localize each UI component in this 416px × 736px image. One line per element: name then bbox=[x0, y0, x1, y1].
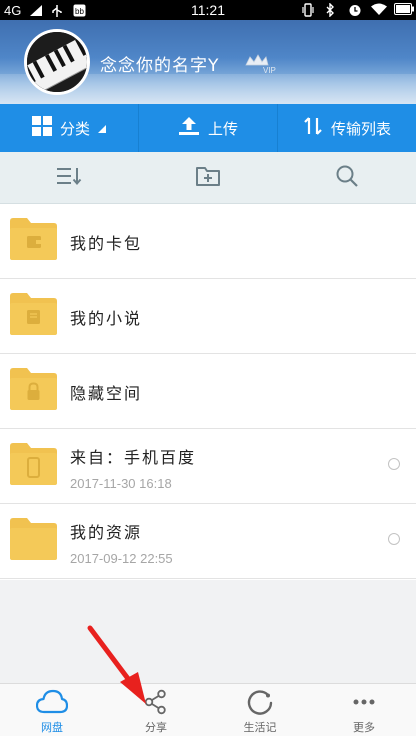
circle-refresh-icon bbox=[247, 690, 273, 715]
list-item[interactable]: 我的资源 2017-09-12 22:55 bbox=[0, 504, 416, 579]
book-folder-icon bbox=[10, 293, 57, 335]
vip-badge[interactable]: VIP bbox=[244, 53, 282, 75]
select-radio[interactable] bbox=[388, 458, 400, 470]
nav-more-label: 更多 bbox=[353, 721, 375, 734]
avatar[interactable] bbox=[24, 29, 90, 95]
folder-icon bbox=[10, 518, 57, 560]
list-item[interactable]: 隐藏空间 bbox=[0, 354, 416, 429]
file-name: 来自：手机百度 bbox=[70, 448, 197, 467]
lock-folder-icon bbox=[10, 368, 57, 410]
transfer-icon bbox=[303, 116, 323, 140]
share-icon bbox=[144, 689, 166, 715]
wifi-icon bbox=[371, 3, 387, 16]
file-name: 我的卡包 bbox=[70, 234, 143, 253]
nav-share-label: 分享 bbox=[145, 721, 167, 734]
category-label: 分类 bbox=[59, 119, 90, 138]
nav-more[interactable]: 更多 bbox=[312, 684, 416, 736]
bottom-nav: 网盘 分享 生活记 更多 bbox=[0, 683, 416, 736]
category-button[interactable]: 分类 bbox=[0, 104, 138, 152]
wallet-folder-icon bbox=[10, 218, 57, 260]
search-icon bbox=[335, 164, 359, 192]
profile-header: 念念你的名字Y VIP bbox=[0, 20, 416, 104]
alarm-icon bbox=[348, 3, 362, 16]
sort-button[interactable] bbox=[0, 152, 139, 203]
list-item[interactable]: 我的小说 bbox=[0, 279, 416, 354]
list-item[interactable]: 来自：手机百度 2017-11-30 16:18 bbox=[0, 429, 416, 504]
select-radio[interactable] bbox=[388, 533, 400, 545]
file-date: 2017-11-30 16:18 bbox=[70, 476, 172, 491]
more-icon bbox=[353, 699, 375, 705]
bluetooth-icon bbox=[325, 2, 339, 18]
new-folder-button[interactable] bbox=[139, 152, 278, 203]
nav-netdisk[interactable]: 网盘 bbox=[0, 684, 104, 736]
file-name: 我的资源 bbox=[70, 523, 143, 542]
vip-label: VIP bbox=[263, 66, 276, 75]
upload-button[interactable]: 上传 bbox=[138, 104, 277, 152]
nav-netdisk-label: 网盘 bbox=[41, 721, 63, 734]
phone-folder-icon bbox=[10, 443, 57, 485]
status-bar: 4G bb 11:21 bbox=[0, 0, 416, 20]
new-folder-icon bbox=[195, 165, 221, 191]
status-right bbox=[302, 2, 414, 18]
file-toolbar bbox=[0, 152, 416, 204]
upload-icon bbox=[178, 116, 200, 140]
battery-icon bbox=[394, 3, 414, 16]
transfer-list-button[interactable]: 传输列表 bbox=[277, 104, 416, 152]
file-name: 隐藏空间 bbox=[70, 384, 143, 403]
username[interactable]: 念念你的名字Y bbox=[100, 51, 219, 76]
nav-share[interactable]: 分享 bbox=[104, 684, 208, 736]
empty-area bbox=[0, 580, 416, 683]
action-bar: 分类 上传 传输列表 bbox=[0, 104, 416, 152]
dropdown-caret-icon bbox=[98, 119, 106, 137]
vibrate-icon bbox=[302, 3, 316, 17]
upload-label: 上传 bbox=[207, 119, 238, 138]
file-date: 2017-09-12 22:55 bbox=[70, 551, 173, 566]
grid-icon bbox=[31, 116, 52, 140]
search-button[interactable] bbox=[277, 152, 416, 203]
file-name: 我的小说 bbox=[70, 309, 143, 328]
transfer-list-label: 传输列表 bbox=[330, 119, 391, 138]
nav-life-label: 生活记 bbox=[243, 721, 277, 734]
cloud-icon bbox=[36, 689, 68, 714]
sort-icon bbox=[56, 166, 82, 190]
list-item[interactable]: 我的卡包 bbox=[0, 204, 416, 279]
file-list: 我的卡包 我的小说 隐藏空间 来自：手机百度 2017-11-30 16:18 … bbox=[0, 204, 416, 579]
nav-life[interactable]: 生活记 bbox=[208, 684, 312, 736]
